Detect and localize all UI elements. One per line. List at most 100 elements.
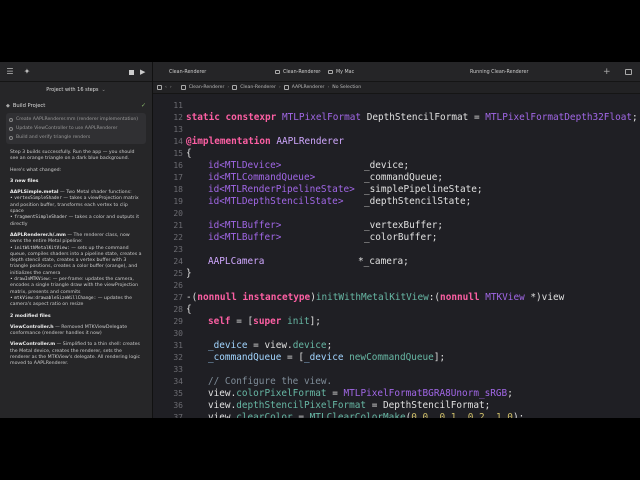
inspector-toggle[interactable] <box>625 62 632 82</box>
assistant-sparkle-icon[interactable]: ✦ <box>21 66 33 78</box>
code-line: AAPLCamera <box>208 256 265 267</box>
line-number: 34 <box>173 377 183 386</box>
line-number: 30 <box>173 329 183 338</box>
list-item[interactable]: Update ViewController to use AAPLRendere… <box>9 124 143 133</box>
line-number: 37 <box>173 413 183 418</box>
line-number: 13 <box>173 125 183 134</box>
file-icon <box>180 85 186 90</box>
code-comment: // Configure the view. <box>208 376 333 387</box>
chevron-right-icon: › <box>278 85 281 90</box>
run-button[interactable]: ▶ <box>140 62 145 82</box>
line-number: 12 <box>173 113 183 122</box>
code-line: { <box>186 304 192 315</box>
line-number: 31 <box>173 341 183 350</box>
line-number: 15 <box>173 149 183 158</box>
breadcrumb[interactable]: Clean-Renderer <box>189 85 225 90</box>
stop-icon <box>129 69 134 75</box>
file-name: ViewController.h <box>10 324 54 330</box>
code-line: _commandQueue = [_device newCommandQueue… <box>208 352 446 363</box>
assistant-message: Step 3 builds successfully. Run the app … <box>10 150 142 367</box>
line-number: 36 <box>173 401 183 410</box>
chevron-right-icon: › <box>227 85 230 90</box>
active-step-label: Build Project <box>12 102 46 109</box>
line-number: 27 <box>173 293 183 302</box>
line-number: 20 <box>173 209 183 218</box>
step-label: Update ViewController to use AAPLRendere… <box>16 126 118 131</box>
code-line: view.depthStencilPixelFormat = DepthSten… <box>208 400 491 411</box>
plus-icon: + <box>603 67 611 77</box>
activity-status: Running Clean-Renderer <box>470 69 529 75</box>
section-heading: 2 modified files <box>10 313 51 319</box>
code-line: view.clearColor = MTLClearColorMake(0.0,… <box>208 412 525 418</box>
file-name: ViewController.m <box>10 342 56 348</box>
list-item[interactable]: Build and verify triangle renders <box>9 133 143 142</box>
code-token: vertexSimpleShader <box>14 196 62 202</box>
destination-label: My Mac <box>336 69 355 75</box>
code-editor[interactable]: 11 12 13 14 15 16 17 18 19 20 21 22 23 24 25 26 27 28 29 30… <box>153 94 640 418</box>
line-number: 18 <box>173 185 183 194</box>
pending-dot-icon <box>9 135 13 140</box>
code-line: id<MTLRenderPipelineState> <box>208 184 355 195</box>
code-line: _depthStencilState; <box>364 196 472 207</box>
chevron-down-icon: ⌄ <box>101 87 106 93</box>
file-name: AAPLRenderer.h/.mm <box>10 232 66 238</box>
back-icon[interactable]: ‹ <box>165 85 167 90</box>
plan-header[interactable]: Project with 16 steps ⌄ <box>0 82 152 98</box>
scheme-selector[interactable]: Clean-Renderer <box>275 62 320 82</box>
code-line: _simplePipelineState; <box>364 184 483 195</box>
active-step[interactable]: ◆ Build Project ✓ <box>6 100 146 111</box>
step-label: Build and verify triangle renders <box>16 135 91 140</box>
coding-assistant-panel: ☰ ✦ Project with 16 steps ⌄ ◆ Build Proj… <box>0 62 153 418</box>
sidebar-toggle-icon[interactable]: ☰ <box>4 66 16 78</box>
code-line: self = [super init]; <box>208 316 321 327</box>
pending-dot-icon <box>9 117 13 122</box>
code-line: *_camera; <box>358 256 409 267</box>
code-token: drawInMTKView: <box>14 277 52 283</box>
scheme-label: Clean-Renderer <box>283 69 321 75</box>
add-tab-button[interactable]: + <box>603 62 611 82</box>
line-number: 33 <box>173 365 183 374</box>
line-number: 16 <box>173 161 183 170</box>
breadcrumb[interactable]: AAPLRenderer <box>292 85 325 90</box>
code-line: _colorBuffer; <box>364 232 438 243</box>
file-icon <box>283 85 289 90</box>
scheme-title: Clean-Renderer <box>169 69 207 75</box>
code-token: mtkView:drawableSizeWillChange: <box>14 295 97 301</box>
forward-icon[interactable]: › <box>170 85 172 90</box>
code-line: _vertexBuffer; <box>364 220 444 231</box>
chevron-right-icon: › <box>319 69 321 75</box>
line-number: 28 <box>173 305 183 314</box>
line-number-gutter: 11 12 13 14 15 16 17 18 19 20 21 22 23 24 25 26 27 28 29 30… <box>153 94 183 418</box>
code-line: { <box>186 148 192 159</box>
stop-button[interactable] <box>129 62 134 82</box>
code-line: _commandQueue; <box>364 172 444 183</box>
app-icon <box>275 70 280 74</box>
line-number: 17 <box>173 173 183 182</box>
inspector-icon <box>625 69 632 75</box>
play-icon: ▶ <box>140 68 146 76</box>
code-line: id<MTLBuffer> <box>208 220 282 231</box>
jump-bar: ‹ › Clean-Renderer › Clean-Renderer › AA… <box>153 82 640 94</box>
grid-icon[interactable] <box>157 85 162 90</box>
steps-list: Create AAPLRenderer.mm (renderer impleme… <box>6 113 146 144</box>
code-line: id<MTLDevice> <box>208 160 282 171</box>
breadcrumb[interactable]: Clean-Renderer <box>240 85 276 90</box>
editor-area: ▶ Clean-Renderer Clean-Renderer › My Mac… <box>129 62 640 418</box>
code-line: id<MTLBuffer> <box>208 232 282 243</box>
xcode-window: ☰ ✦ Project with 16 steps ⌄ ◆ Build Proj… <box>0 62 640 418</box>
code-line: -(nonnull instancetype)initWithMetalKitV… <box>186 292 565 303</box>
list-item[interactable]: Create AAPLRenderer.mm (renderer impleme… <box>9 115 143 124</box>
code-line: id<MTLDepthStencilState> <box>208 196 344 207</box>
file-name: AAPLSimple.metal <box>10 190 59 196</box>
plan-title: Project with 16 steps <box>46 87 99 93</box>
breadcrumb[interactable]: No Selection <box>332 85 361 90</box>
line-number: 25 <box>173 269 183 278</box>
line-number: 32 <box>173 353 183 362</box>
mac-icon <box>328 70 333 74</box>
code-line: } <box>186 268 192 279</box>
destination-selector[interactable]: My Mac <box>328 62 354 82</box>
line-number: 35 <box>173 389 183 398</box>
code-line: static constexpr MTLPixelFormat DepthSte… <box>186 112 638 123</box>
line-number: 21 <box>173 221 183 230</box>
section-heading: 3 new files <box>10 178 39 184</box>
